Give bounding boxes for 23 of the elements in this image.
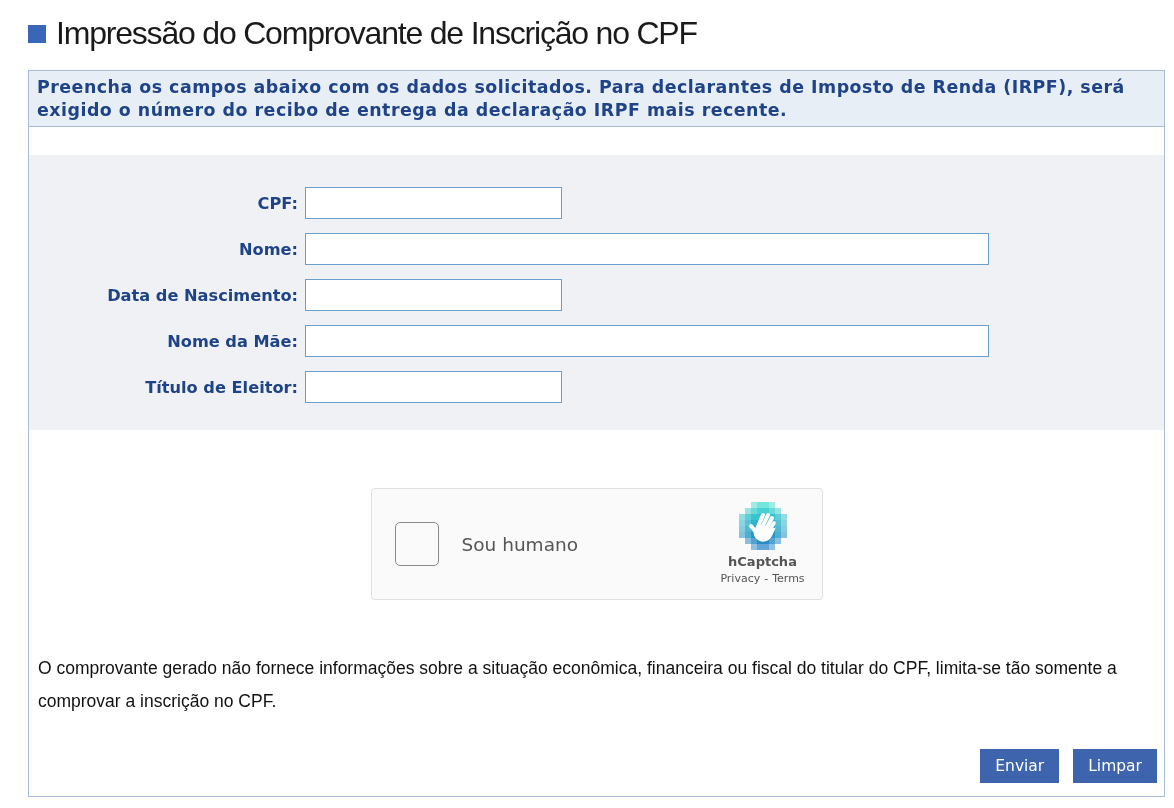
page-title: Impressão do Comprovante de Inscrição no CPF: [56, 14, 697, 53]
input-field[interactable]: [305, 325, 989, 357]
link-separator: -: [764, 572, 769, 586]
captcha-checkbox[interactable]: [394, 522, 439, 566]
notice-text: O comprovante gerado não fornece informações sobre a situação econômica, financeira ou fiscal do titular do CPF, limita-se tão somente a comprovar a inscrição no CPF.: [37, 657, 1118, 713]
field-label: Nome:: [238, 239, 298, 259]
field-label: Nome da Mãe:: [166, 331, 298, 351]
field-label: Data de Nascimento:: [106, 285, 298, 305]
input-field[interactable]: [305, 233, 989, 265]
field-label: CPF:: [256, 193, 298, 213]
input-field[interactable]: [305, 371, 562, 403]
captcha-link[interactable]: Privacy: [720, 572, 761, 586]
hand-logo-icon: [738, 502, 787, 550]
field-label: Título de Eleitor:: [144, 377, 298, 397]
captcha-link[interactable]: Terms: [772, 572, 805, 586]
form-button[interactable]: Enviar: [980, 749, 1060, 783]
captcha-label: Sou humano: [461, 533, 580, 555]
form-button[interactable]: Limpar: [1073, 749, 1157, 783]
instruction-text: Preencha os campos abaixo com os dados solicitados. Para declarantes de Imposto de Renda (IRPF), será exigido o número do recibo de entrega da declaração IRPF mais recente.: [37, 76, 1126, 122]
input-field[interactable]: [305, 279, 562, 311]
input-field[interactable]: [305, 187, 562, 219]
title-bullet-icon: [28, 25, 46, 43]
captcha-brand-name: hCaptcha: [728, 554, 797, 570]
